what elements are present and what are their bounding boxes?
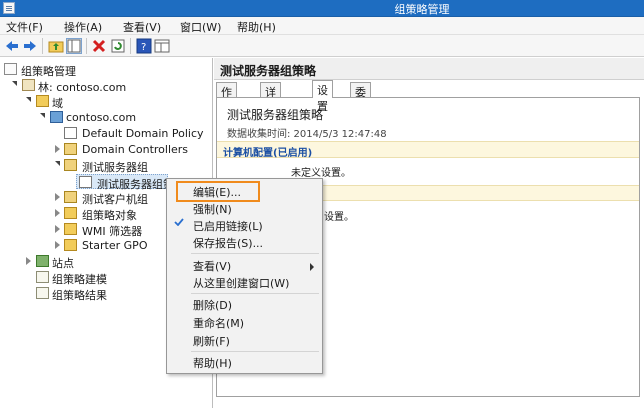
- expand-arrow-icon[interactable]: [40, 113, 45, 118]
- gpo-link-icon: [64, 127, 77, 139]
- gpo-link-icon: [79, 176, 92, 188]
- menu-item-help[interactable]: 帮助(H): [193, 355, 232, 371]
- modeling-icon: [36, 271, 49, 283]
- tab-delegation[interactable]: 委派: [350, 82, 371, 115]
- tree-label: 域: [52, 97, 63, 110]
- menu-item-new-window[interactable]: 从这里创建窗口(W): [193, 275, 289, 291]
- collapse-arrow-icon[interactable]: [55, 193, 60, 201]
- tree-label: 组策略结果: [52, 289, 107, 302]
- tree-label: 测试客户机组: [82, 193, 148, 206]
- window-title: 组策略管理: [394, 3, 450, 16]
- up-folder-icon[interactable]: [48, 38, 64, 54]
- menu-separator: [191, 293, 319, 294]
- properties-icon[interactable]: [154, 38, 170, 54]
- show-hide-tree-icon[interactable]: [66, 38, 82, 54]
- toolbar-divider: [86, 38, 87, 54]
- tab-scope[interactable]: 作用域: [216, 82, 237, 131]
- menu-action[interactable]: 操作(A): [64, 19, 102, 35]
- tree-label: 林: contoso.com: [38, 81, 127, 94]
- menu-item-view[interactable]: 查看(V): [193, 258, 231, 274]
- data-collected-time: 数据收集时间: 2014/5/3 12:47:48: [227, 129, 387, 140]
- svg-text:?: ?: [141, 42, 146, 53]
- domain-icon: [50, 111, 63, 123]
- menu-view[interactable]: 查看(V): [123, 19, 161, 35]
- collapse-arrow-icon[interactable]: [55, 145, 60, 153]
- tree-label: Domain Controllers: [82, 143, 189, 156]
- tab-settings[interactable]: 设置: [312, 80, 333, 113]
- ou-icon: [64, 143, 77, 155]
- expand-arrow-icon[interactable]: [26, 97, 31, 102]
- collapse-arrow-icon[interactable]: [55, 209, 60, 217]
- computer-config-title: 计算机配置(已启用): [223, 148, 313, 159]
- gpo-report-title: 测试服务器组策略: [227, 108, 324, 122]
- expand-arrow-icon[interactable]: [55, 161, 60, 166]
- domains-folder-icon: [36, 95, 49, 107]
- expand-arrow-icon[interactable]: [12, 81, 17, 86]
- gpmc-root-icon: [4, 63, 17, 75]
- sites-icon: [36, 255, 49, 267]
- ou-icon: [64, 191, 77, 203]
- tab-details[interactable]: 详细信息: [260, 82, 281, 147]
- menu-item-refresh[interactable]: 刷新(F): [193, 333, 230, 349]
- refresh-icon[interactable]: [110, 38, 126, 54]
- forward-icon[interactable]: [22, 38, 38, 54]
- menu-window[interactable]: 窗口(W): [180, 19, 221, 35]
- menu-bar: 文件(F) 操作(A) 查看(V) 窗口(W) 帮助(H): [0, 17, 644, 35]
- undefined-settings-text-partial: 设置。: [324, 212, 354, 223]
- menu-item-delete[interactable]: 删除(D): [193, 297, 232, 313]
- menu-item-link-enabled[interactable]: 已启用链接(L): [193, 218, 263, 234]
- tree-label: Starter GPO: [82, 239, 148, 252]
- edit-highlight-box: [176, 181, 260, 202]
- menu-file[interactable]: 文件(F): [6, 19, 43, 35]
- tree-label: 组策略建模: [52, 273, 107, 286]
- pane-header: 测试服务器组策略: [214, 58, 644, 80]
- menu-separator: [191, 351, 319, 352]
- tree-label: Default Domain Policy: [82, 127, 204, 140]
- tree-label: 测试服务器组: [82, 161, 148, 174]
- checkmark-icon: [174, 218, 184, 226]
- back-icon[interactable]: [4, 38, 20, 54]
- toolbar-divider: [42, 38, 43, 54]
- results-icon: [36, 287, 49, 299]
- computer-config-section[interactable]: 计算机配置(已启用): [217, 141, 639, 159]
- collapse-arrow-icon[interactable]: [26, 257, 31, 265]
- menu-item-save-report[interactable]: 保存报告(S)...: [193, 235, 263, 251]
- tree-label: 组策略管理: [21, 65, 76, 78]
- menu-item-enforce[interactable]: 强制(N): [193, 201, 232, 217]
- tree-label: contoso.com: [66, 111, 137, 124]
- toolbar: ?: [0, 35, 644, 57]
- folder-icon: [64, 207, 77, 219]
- collapse-arrow-icon[interactable]: [55, 241, 60, 249]
- folder-icon: [64, 239, 77, 251]
- menu-help[interactable]: 帮助(H): [237, 19, 276, 35]
- delete-icon[interactable]: [91, 38, 107, 54]
- toolbar-divider: [130, 38, 131, 54]
- menu-separator: [191, 253, 319, 254]
- tree-label: 站点: [52, 257, 74, 270]
- context-menu: 编辑(E)... 强制(N) 已启用链接(L) 保存报告(S)... 查看(V)…: [166, 178, 323, 374]
- tree-label: 组策略对象: [82, 209, 137, 222]
- tree-item-test-server-gpo[interactable]: 测试服务器组策略: [76, 174, 185, 191]
- folder-icon: [64, 223, 77, 235]
- forest-icon: [22, 79, 35, 91]
- menu-item-rename[interactable]: 重命名(M): [193, 315, 244, 331]
- tree-label: WMI 筛选器: [82, 225, 143, 238]
- submenu-arrow-icon: [310, 263, 314, 271]
- help-icon[interactable]: ?: [136, 38, 152, 54]
- undefined-settings-text: 未定义设置。: [291, 168, 351, 179]
- title-bar: 组策略管理: [0, 0, 644, 17]
- collapse-arrow-icon[interactable]: [55, 225, 60, 233]
- ou-icon: [64, 159, 77, 171]
